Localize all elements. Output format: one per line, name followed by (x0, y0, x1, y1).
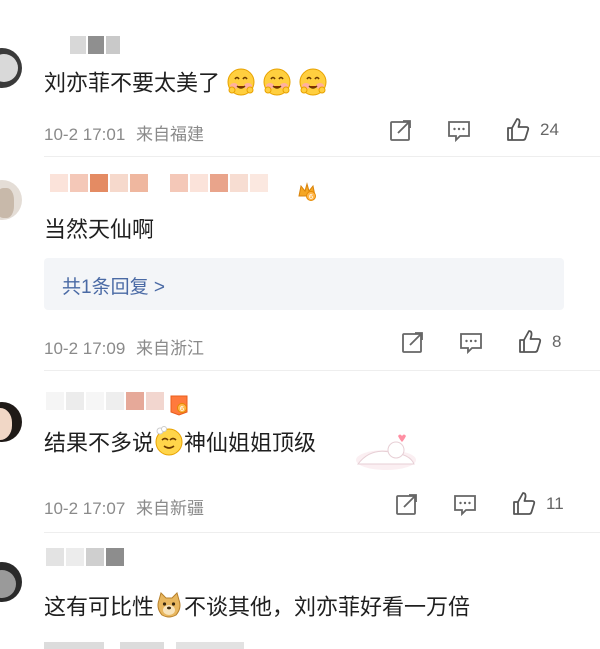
share-button[interactable] (394, 491, 420, 517)
avatar[interactable] (0, 48, 22, 88)
sticker-decoration-icon (350, 430, 420, 479)
like-count: 24 (540, 120, 559, 139)
vip-badge-icon: 6 (168, 392, 190, 421)
reply-summary-link[interactable]: 共1条回复 > (62, 272, 165, 299)
comment-meta: 10-2 17:09 来自浙江 (44, 334, 204, 359)
like-icon (513, 492, 536, 515)
like-icon (507, 118, 530, 141)
comment-actions: 11 (394, 490, 564, 518)
comment-time: 10-2 17:09 (44, 339, 126, 358)
reply-summary-box[interactable]: 共1条回复 > (44, 258, 564, 310)
username-masked[interactable] (46, 548, 124, 566)
comment-text: 结果不多说 神仙姐姐顶级 (44, 426, 316, 463)
comment-text: 当然天仙啊 (44, 217, 155, 242)
comment-actions: 8 (400, 328, 561, 356)
username-masked[interactable] (50, 174, 268, 192)
avatar[interactable] (0, 562, 22, 602)
comment-button[interactable] (446, 117, 472, 143)
avatar[interactable] (0, 180, 22, 220)
doge-emoji-icon (154, 590, 184, 627)
share-button[interactable] (400, 329, 426, 355)
comment-icon (454, 495, 476, 517)
comment-location: 来自福建 (136, 125, 205, 144)
comment-icon (448, 121, 470, 143)
comment-meta: 10-2 17:07 来自新疆 (44, 494, 204, 519)
avatar[interactable] (0, 402, 22, 442)
comment-button[interactable] (458, 329, 484, 355)
divider (44, 532, 600, 533)
like-count: 8 (552, 332, 562, 351)
truncated-meta (44, 636, 264, 649)
share-button[interactable] (388, 117, 414, 143)
share-icon (402, 332, 423, 353)
like-button[interactable]: 11 (510, 490, 564, 518)
like-button[interactable]: 24 (504, 116, 559, 144)
comment-text: 这有可比性 不谈其他，刘亦菲好看一万倍 (44, 590, 470, 627)
share-icon (396, 494, 417, 515)
blissful-emoji-icon (154, 426, 184, 463)
vip-badge-icon: 6 (296, 180, 318, 207)
comment-meta: 10-2 17:01 来自福建 (44, 120, 204, 145)
svg-text:6: 6 (309, 193, 314, 201)
svg-text:6: 6 (180, 405, 185, 413)
divider (44, 156, 600, 157)
comment-location: 来自浙江 (136, 339, 205, 358)
like-button[interactable]: 8 (516, 328, 561, 356)
comment-time: 10-2 17:07 (44, 499, 126, 518)
blush-emoji-icon (298, 66, 328, 103)
username-masked[interactable] (46, 392, 164, 410)
blush-emoji-icon (262, 66, 292, 103)
like-icon (519, 330, 542, 353)
comment-location: 来自新疆 (136, 499, 205, 518)
comment-text: 刘亦菲不要太美了 (44, 66, 328, 103)
divider (44, 370, 600, 371)
comment-icon (460, 333, 482, 355)
comment-button[interactable] (452, 491, 478, 517)
comment-time: 10-2 17:01 (44, 125, 126, 144)
blush-emoji-icon (226, 66, 256, 103)
like-count: 11 (546, 494, 564, 513)
comment-actions: 24 (388, 116, 559, 144)
share-icon (390, 120, 411, 141)
username-masked[interactable] (70, 36, 120, 54)
